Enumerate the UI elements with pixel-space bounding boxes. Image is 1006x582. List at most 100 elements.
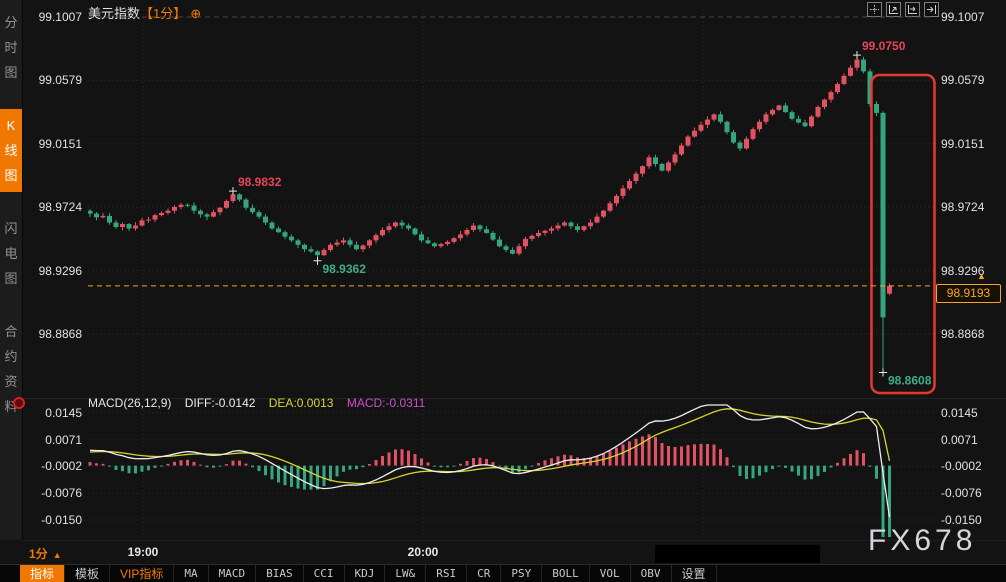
candle-body: [699, 125, 704, 131]
axis-label: 99.0579: [28, 73, 82, 87]
axis-label: -0.0076: [28, 486, 82, 500]
candle-body: [367, 240, 372, 245]
candle-body: [582, 226, 587, 230]
candle-body: [387, 226, 392, 230]
toolbar-tab[interactable]: LW&: [385, 565, 426, 582]
macd-bar: [212, 466, 215, 468]
indicator-alert-dot-icon[interactable]: [13, 397, 25, 409]
candle-body: [393, 223, 398, 227]
axis-label: 0.0071: [28, 433, 82, 447]
macd-bar: [765, 466, 768, 473]
macd-bar: [381, 456, 384, 466]
candle-body: [816, 107, 821, 117]
axis-label: 98.9724: [941, 200, 984, 214]
toolbar-tab[interactable]: KDJ: [345, 565, 386, 582]
toolbar-tab[interactable]: CR: [467, 565, 501, 582]
axis-label: 99.0151: [941, 137, 984, 151]
candle-body: [237, 194, 242, 199]
macd-bar: [108, 466, 111, 467]
candle-body: [764, 114, 769, 121]
macd-bar: [492, 462, 495, 465]
candle-body: [731, 132, 736, 142]
price-marker-label: 98.8608: [888, 374, 932, 388]
candle-body: [439, 244, 444, 246]
macd-bar: [446, 466, 449, 468]
toolbar-tab[interactable]: VOL: [590, 565, 631, 582]
macd-bar: [394, 450, 397, 466]
macd-bar: [791, 466, 794, 472]
toolbar-tab[interactable]: MA: [174, 565, 208, 582]
macd-bar: [667, 446, 670, 466]
candle-body: [452, 238, 457, 242]
candle-body: [166, 211, 171, 213]
candle-body: [491, 233, 496, 240]
candle-body: [250, 208, 255, 212]
candle-body: [504, 246, 509, 250]
toolbar-tab[interactable]: BIAS: [256, 565, 304, 582]
toolbar-tab[interactable]: BOLL: [542, 565, 590, 582]
macd-bar: [739, 466, 742, 476]
toolbar-tab[interactable]: MACD: [209, 565, 257, 582]
macd-bar: [466, 461, 469, 466]
toolbar-tab[interactable]: 设置: [672, 565, 717, 582]
macd-bar: [706, 444, 709, 466]
candle-body: [465, 230, 470, 234]
toolbar-tab[interactable]: PSY: [501, 565, 542, 582]
axis-label: -0.0076: [941, 486, 982, 500]
macd-bar: [102, 464, 105, 466]
candle-body: [380, 230, 385, 235]
candle-body: [198, 211, 203, 215]
macd-bar: [414, 454, 417, 466]
macd-bar: [693, 444, 696, 465]
candle-body: [549, 228, 554, 230]
main-chart-svg[interactable]: 98.983298.936299.075098.8608: [0, 0, 1006, 582]
macd-bar: [316, 466, 319, 490]
macd-bar: [453, 466, 456, 467]
macd-bar: [557, 456, 560, 465]
candle-body: [692, 131, 697, 137]
macd-bar: [771, 466, 774, 470]
candle-body: [543, 231, 548, 233]
macd-bar: [615, 448, 618, 466]
candle-body: [510, 250, 515, 254]
candle-body: [322, 250, 327, 255]
toolbar-tab[interactable]: RSI: [426, 565, 467, 582]
toolbar-tab[interactable]: CCI: [304, 565, 345, 582]
time-tick-label: 19:00: [128, 545, 159, 559]
candle-body: [478, 226, 483, 230]
candle-body: [348, 240, 353, 244]
candle-body: [744, 139, 749, 149]
macd-bar: [732, 466, 735, 467]
candle-body: [575, 226, 580, 230]
toolbar-tab[interactable]: VIP指标: [110, 565, 174, 582]
macd-bar: [349, 466, 352, 470]
macd-bar: [375, 460, 378, 466]
macd-bar: [420, 458, 423, 465]
toolbar-tab[interactable]: OBV: [631, 565, 672, 582]
candle-body: [302, 245, 307, 249]
macd-bar: [752, 466, 755, 479]
candle-body: [751, 129, 756, 139]
candle-body: [653, 157, 658, 164]
candle-body: [770, 110, 775, 114]
macd-bar: [622, 444, 625, 465]
candle-body: [562, 223, 567, 226]
candle-body: [218, 208, 223, 212]
axis-label: 0.0145: [28, 406, 82, 420]
candle-body: [874, 104, 879, 113]
macd-bar: [193, 462, 196, 466]
candle-body: [211, 212, 216, 216]
macd-bar: [264, 466, 267, 476]
macd-bar: [284, 466, 287, 486]
axis-label: 99.1007: [28, 10, 82, 24]
toolbar-tab[interactable]: 指标: [20, 565, 65, 582]
macd-histogram: [89, 434, 892, 537]
macd-bar: [817, 466, 820, 476]
candle-body: [647, 157, 652, 166]
extreme-cross-icon: [229, 187, 237, 195]
macd-bar: [628, 441, 631, 465]
macd-bar: [537, 463, 540, 466]
watermark: FX678: [868, 524, 976, 558]
interval-selector[interactable]: 1分▲: [29, 545, 62, 562]
toolbar-tab[interactable]: 模板: [65, 565, 110, 582]
